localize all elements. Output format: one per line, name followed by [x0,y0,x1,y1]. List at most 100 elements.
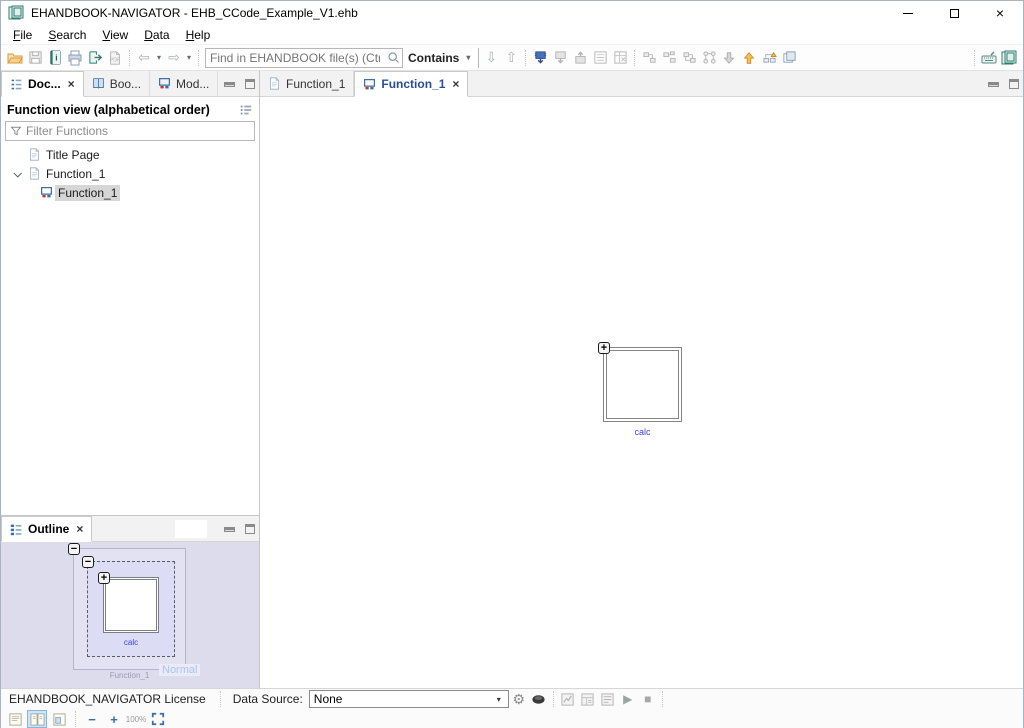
fit-to-screen-button[interactable] [148,710,168,728]
single-page-view-button[interactable] [5,710,25,728]
filter-functions-input[interactable] [26,124,250,138]
hierarchy-expand-icon [662,50,677,65]
close-icon[interactable]: × [76,522,83,536]
hierarchy-collapse-button[interactable] [679,48,699,68]
outline-function-frame: − + calc [87,561,175,657]
diagram-canvas[interactable]: + calc [260,97,1023,688]
goto-function-button[interactable] [530,48,550,68]
maximize-view-icon[interactable] [245,524,255,534]
start-measurement-button[interactable]: ▶ [618,690,638,708]
stop-icon: ■ [644,692,651,706]
main-toolbar: i PDF ⇦ ▾ ⇨ ▾ Contains ▾ ⇩ ⇧ [1,45,1023,71]
forward-button[interactable]: ⇨ [164,48,184,68]
menu-file[interactable]: File [5,26,40,44]
data-source-dropdown[interactable]: None ▾ [309,690,509,708]
expand-block-icon[interactable]: + [598,342,610,354]
minus-icon: − [88,712,96,727]
minimize-view-icon[interactable] [224,527,235,532]
matrix-view-button[interactable] [610,48,630,68]
tab-outline[interactable]: Outline × [1,516,92,542]
collapse-blocks-button[interactable] [570,48,590,68]
back-history-caret[interactable]: ▾ [154,53,164,62]
shortcuts-button[interactable] [979,48,999,68]
tree-item-title-page[interactable]: Title Page [1,145,259,164]
collapse-icon[interactable]: − [68,543,80,555]
measurement-window-button[interactable] [578,690,598,708]
ehandbook-book-icon: i [48,50,63,65]
new-window-button[interactable] [779,48,799,68]
menu-view[interactable]: View [94,26,136,44]
save-button[interactable] [25,48,45,68]
close-icon[interactable]: × [452,77,459,91]
back-button[interactable]: ⇦ [134,48,154,68]
zoom-in-button[interactable]: + [104,710,124,728]
navigate-up-button[interactable] [739,48,759,68]
list-view-button[interactable] [590,48,610,68]
menu-help[interactable]: Help [178,26,219,44]
open-file-button[interactable] [5,48,25,68]
data-source-value: None [314,692,494,706]
book-page-view-button[interactable] [27,710,47,728]
contains-label: Contains [408,51,459,65]
tab-model-view[interactable]: Mod... [150,71,218,96]
pdf-export-button[interactable]: PDF [105,48,125,68]
minimize-view-icon[interactable] [988,82,999,87]
collapse-icon[interactable]: − [82,556,94,568]
app-logo-icon [1001,50,1017,66]
open-ehandbook-button[interactable]: i [45,48,65,68]
forward-history-caret[interactable]: ▾ [184,53,194,62]
statusbar-separator [220,691,221,707]
data-display-button[interactable] [529,690,549,708]
about-button[interactable] [999,48,1019,68]
search-input[interactable] [206,49,384,67]
contains-dropdown[interactable]: Contains ▾ [402,48,478,68]
open-parent-diagram-button[interactable] [759,48,779,68]
minimize-button[interactable] [885,1,931,25]
maximize-view-icon[interactable] [245,79,255,89]
export-button[interactable] [85,48,105,68]
thumbnail-view-button[interactable] [49,710,69,728]
measurement-config-button[interactable] [558,690,578,708]
search-next-button[interactable]: ⇩ [481,48,501,68]
navigate-down-icon [722,51,736,65]
menu-search[interactable]: Search [40,26,94,44]
hierarchy-expand-button[interactable] [659,48,679,68]
zoom-out-button[interactable]: − [82,710,102,728]
calc-block[interactable]: + [603,347,682,422]
chevron-down-icon: ▾ [494,695,504,704]
stop-measurement-button[interactable]: ■ [638,690,658,708]
tab-function-1-diagram[interactable]: Function_1 × [354,71,468,97]
outline-thumbnail[interactable]: − − + calc Function_1 Normal [1,542,259,688]
measurement-list-button[interactable] [598,690,618,708]
tab-function-1-document[interactable]: Function_1 [260,71,354,96]
menu-data[interactable]: Data [136,26,177,44]
filter-box [5,121,255,141]
expand-blocks-button[interactable] [550,48,570,68]
document-icon [25,165,43,183]
tree-item-function-1-diagram[interactable]: Function_1 [1,183,259,202]
maximize-view-icon[interactable] [1009,79,1019,89]
tab-document-view[interactable]: Doc... × [1,71,84,97]
dependency-graph-button[interactable] [699,48,719,68]
navigate-down-button[interactable] [719,48,739,68]
export-icon [88,50,103,65]
hierarchy-view-button[interactable] [639,48,659,68]
tab-book-view[interactable]: Boo... [84,71,150,96]
dependency-graph-icon [702,50,717,65]
book-page-icon [30,712,45,727]
goto-function-icon [533,50,548,65]
print-button[interactable] [65,48,85,68]
tree-item-label-selected: Function_1 [55,185,120,201]
view-menu-icon[interactable] [239,103,253,117]
minimize-view-icon[interactable] [224,82,235,87]
zoom-100-button[interactable]: 100% [126,710,146,728]
close-icon[interactable]: × [68,77,75,91]
search-previous-button[interactable]: ⇧ [501,48,521,68]
data-source-settings-button[interactable]: ⚙ [509,690,529,708]
tree-expander-icon[interactable] [9,171,25,177]
tree-item-function-1[interactable]: Function_1 [1,164,259,183]
mode-watermark: Normal [159,664,200,676]
expand-icon[interactable]: + [98,572,110,584]
maximize-button[interactable] [931,1,977,25]
close-button[interactable]: × [977,1,1023,25]
